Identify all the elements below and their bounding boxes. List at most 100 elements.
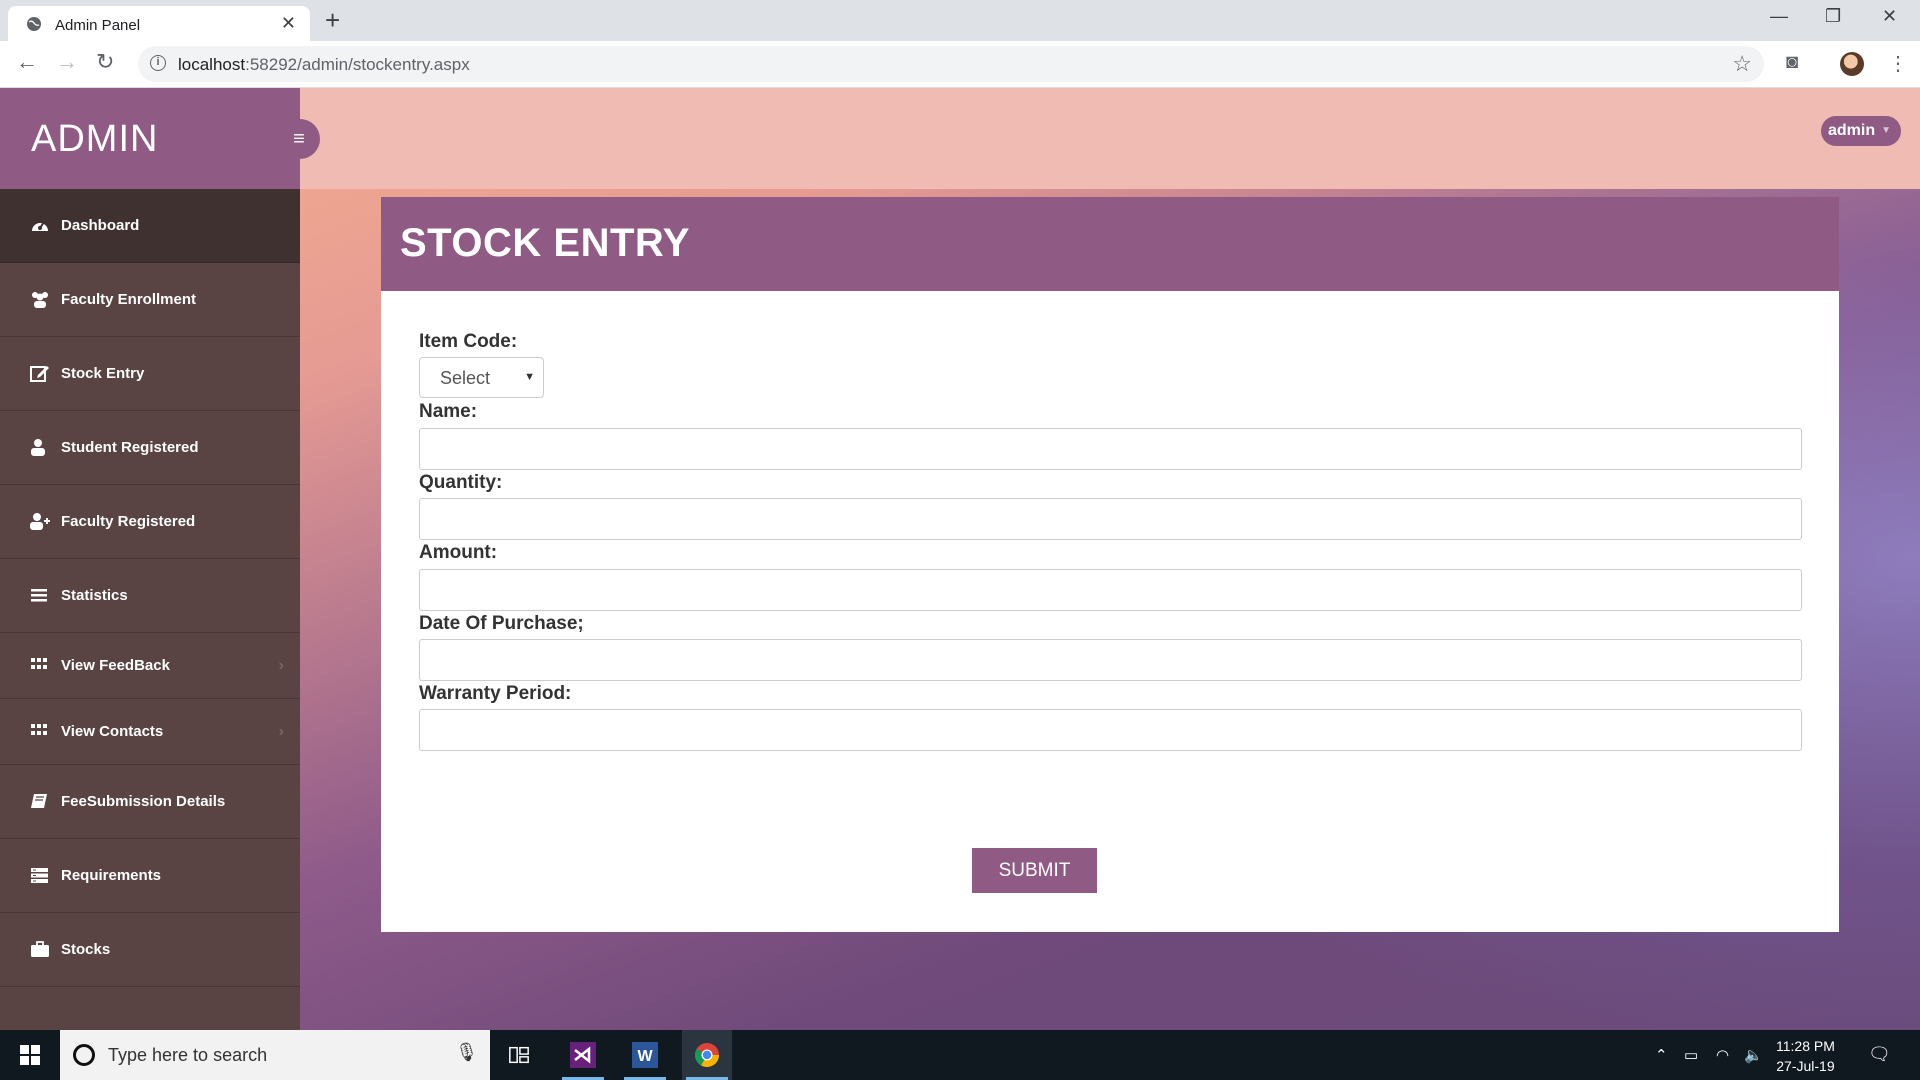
name-label: Name: xyxy=(419,401,478,422)
page-background: ADMIN ≡ Dashboard Faculty Enrollment Sto… xyxy=(0,88,1920,1030)
quantity-label: Quantity: xyxy=(419,472,503,493)
user-menu-label: admin xyxy=(1828,122,1876,139)
warranty-period-input[interactable] xyxy=(419,709,1802,751)
user-icon xyxy=(31,439,45,456)
edit-icon xyxy=(30,366,49,382)
submit-button[interactable]: SUBMIT xyxy=(972,848,1097,893)
site-info-icon[interactable]: i xyxy=(150,55,166,71)
brand-bar: ADMIN ≡ xyxy=(0,88,320,189)
task-view-icon[interactable] xyxy=(494,1030,544,1080)
sidebar-item-stocks[interactable]: Stocks xyxy=(0,913,300,987)
sidebar-item-label: Faculty Enrollment xyxy=(61,291,197,308)
sidebar-item-view-feedback[interactable]: View FeedBack › xyxy=(0,633,300,699)
browser-tab[interactable]: Admin Panel ✕ xyxy=(8,6,310,41)
user-menu-button[interactable]: admin ▼ xyxy=(1821,116,1901,146)
window-close-icon[interactable]: ✕ xyxy=(1882,6,1897,27)
sidebar-item-stock-entry[interactable]: Stock Entry xyxy=(0,337,300,411)
address-bar[interactable]: i localhost:58292/admin/stockentry.aspx … xyxy=(138,46,1764,82)
brand-logo: ADMIN xyxy=(31,118,159,160)
url-text[interactable]: localhost:58292/admin/stockentry.aspx xyxy=(178,55,470,75)
sidebar-item-faculty-registered[interactable]: Faculty Registered xyxy=(0,485,300,559)
sidebar-item-label: FeeSubmission Details xyxy=(61,793,226,810)
back-icon[interactable]: ← xyxy=(16,51,38,73)
quantity-input[interactable] xyxy=(419,498,1802,540)
sidebar-item-student-registered[interactable]: Student Registered xyxy=(0,411,300,485)
book-icon xyxy=(31,794,47,808)
item-code-selected-value: Select xyxy=(440,368,491,388)
top-header: admin ▼ xyxy=(300,88,1920,189)
sidebar-item-label: Requirements xyxy=(61,867,162,884)
url-path: :58292/admin/stockentry.aspx xyxy=(245,55,470,74)
stock-entry-panel: STOCK ENTRY Item Code: Select ▼ Name: Qu… xyxy=(381,197,1839,932)
svg-text:W: W xyxy=(637,1048,653,1065)
sidebar-item-dashboard[interactable]: Dashboard xyxy=(0,189,300,263)
url-host: localhost xyxy=(178,55,246,74)
tab-title: Admin Panel xyxy=(55,17,141,34)
tab-close-icon[interactable]: ✕ xyxy=(281,13,296,34)
tray-chevron-up-icon[interactable]: ⌃ xyxy=(1655,1046,1668,1064)
page-title: STOCK ENTRY xyxy=(400,221,690,265)
select-arrow-icon: ▼ xyxy=(524,371,535,383)
sidebar-item-label: Statistics xyxy=(61,587,128,604)
panel-header: STOCK ENTRY xyxy=(381,197,1839,291)
menu-dots-icon[interactable]: ⋮ xyxy=(1888,51,1908,76)
amount-input[interactable] xyxy=(419,569,1802,611)
minimize-icon[interactable]: — xyxy=(1770,6,1788,27)
sidebar-item-feesubmission-details[interactable]: FeeSubmission Details xyxy=(0,765,300,839)
reload-icon[interactable]: ↻ xyxy=(96,51,114,73)
sidebar-item-faculty-enrollment[interactable]: Faculty Enrollment xyxy=(0,263,300,337)
sidebar: ADMIN ≡ Dashboard Faculty Enrollment Sto… xyxy=(0,88,320,1030)
warranty-period-label: Warranty Period: xyxy=(419,683,572,704)
date-of-purchase-label: Date Of Purchase; xyxy=(419,613,584,634)
word-icon[interactable]: W xyxy=(620,1030,670,1080)
profile-avatar[interactable] xyxy=(1840,52,1864,76)
grid-icon xyxy=(31,658,47,669)
restore-icon[interactable]: ❐ xyxy=(1825,6,1841,27)
sidebar-item-view-contacts[interactable]: View Contacts › xyxy=(0,699,300,765)
visual-studio-icon[interactable] xyxy=(558,1030,608,1080)
name-input[interactable] xyxy=(419,428,1802,470)
sidebar-menu: Dashboard Faculty Enrollment Stock Entry… xyxy=(0,189,300,987)
battery-icon[interactable]: ▭ xyxy=(1684,1046,1698,1064)
sidebar-item-statistics[interactable]: Statistics xyxy=(0,559,300,633)
grid-icon xyxy=(31,724,47,735)
hamburger-icon[interactable]: ≡ xyxy=(278,119,320,159)
sidebar-item-label: View Contacts xyxy=(61,723,164,740)
chevron-right-icon: › xyxy=(278,657,284,674)
clock-date: 27-Jul-19 xyxy=(1776,1058,1835,1074)
briefcase-icon xyxy=(31,941,49,957)
list-icon xyxy=(31,868,48,883)
date-of-purchase-input[interactable] xyxy=(419,639,1802,681)
microphone-icon[interactable]: 🎙 xyxy=(455,1042,478,1063)
camera-icon[interactable]: ◙ xyxy=(1786,51,1798,74)
dashboard-icon xyxy=(32,221,48,231)
wifi-icon[interactable]: ◠ xyxy=(1716,1046,1729,1064)
item-code-label: Item Code: xyxy=(419,331,518,352)
notification-icon[interactable]: 🗨 xyxy=(1868,1044,1891,1065)
windows-start-icon[interactable] xyxy=(20,1045,40,1065)
taskbar-search-box[interactable]: Type here to search 🎙 xyxy=(60,1030,490,1080)
browser-tabstrip: Admin Panel ✕ + — ❐ ✕ xyxy=(0,0,1920,41)
globe-icon xyxy=(27,17,41,31)
item-code-select[interactable]: Select ▼ xyxy=(419,357,544,398)
sidebar-item-label: Stock Entry xyxy=(61,365,145,382)
clock-time: 11:28 PM xyxy=(1776,1038,1835,1054)
sidebar-item-label: Faculty Registered xyxy=(61,513,196,530)
chrome-icon[interactable] xyxy=(682,1030,732,1080)
forward-icon[interactable]: → xyxy=(56,51,78,73)
chevron-right-icon: › xyxy=(278,723,284,740)
users-icon xyxy=(32,292,48,308)
bars-icon xyxy=(31,589,47,602)
taskbar-search-placeholder: Type here to search xyxy=(108,1045,268,1065)
sidebar-item-requirements[interactable]: Requirements xyxy=(0,839,300,913)
taskbar-clock[interactable]: 11:28 PM 27-Jul-19 xyxy=(1776,1036,1835,1076)
cortana-icon xyxy=(73,1044,95,1066)
bookmark-star-icon[interactable]: ☆ xyxy=(1732,51,1752,77)
volume-icon[interactable]: 🔈 xyxy=(1744,1046,1763,1064)
sidebar-item-label: Stocks xyxy=(61,941,111,958)
sidebar-item-label: Student Registered xyxy=(61,439,199,456)
user-plus-icon xyxy=(30,513,50,530)
caret-down-icon: ▼ xyxy=(1881,125,1891,136)
browser-toolbar: ← → ↻ i localhost:58292/admin/stockentry… xyxy=(0,41,1920,88)
new-tab-button[interactable]: + xyxy=(325,6,340,34)
